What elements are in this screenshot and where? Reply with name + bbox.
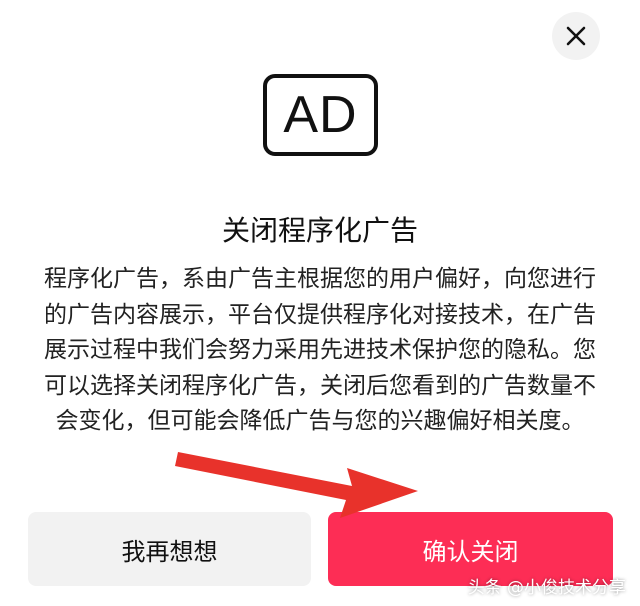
close-button[interactable] — [552, 12, 600, 60]
dialog-description: 程序化广告，系由广告主根据您的用户偏好，向您进行的广告内容展示，平台仅提供程序化… — [44, 266, 596, 434]
close-programmatic-ads-dialog: AD 关闭程序化广告 程序化广告，系由广告主根据您的用户偏好，向您进行的广告内容… — [0, 0, 640, 606]
ad-icon-label: AD — [283, 86, 358, 144]
ad-icon: AD — [263, 74, 378, 156]
dialog-title: 关闭程序化广告 — [221, 214, 418, 247]
reconsider-button[interactable]: 我再想想 — [28, 512, 311, 586]
watermark: 头条 @小俊技术分享 — [467, 578, 626, 598]
close-icon — [566, 26, 586, 46]
